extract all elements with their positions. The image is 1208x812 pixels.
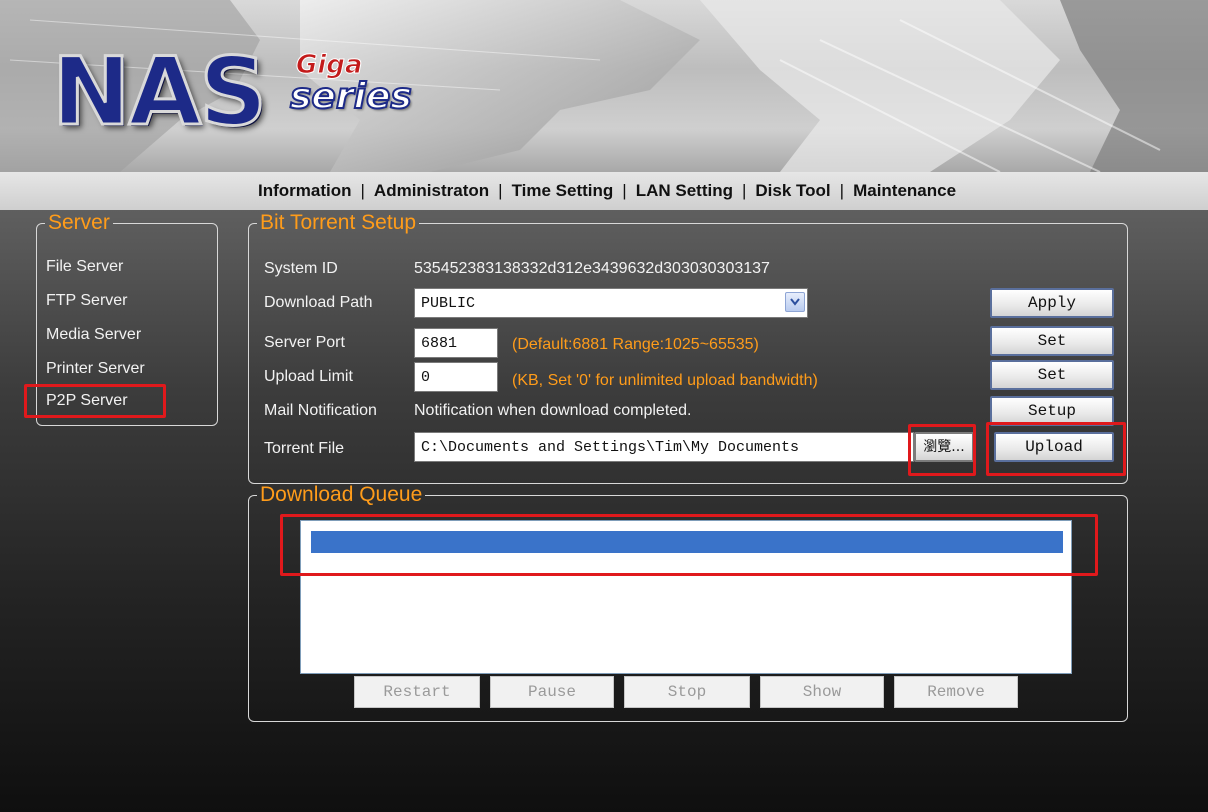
system-id-label: System ID xyxy=(264,260,338,277)
upload-limit-label: Upload Limit xyxy=(264,368,353,385)
queue-row-index: 1 xyxy=(376,555,387,573)
queue-row[interactable]: 1 >>>DOWNLOADING 3% ubuntu-7.10-dvd-i386… xyxy=(311,531,1063,573)
mail-notification-text: Notification when download completed. xyxy=(414,402,692,419)
content-area: Server File Server FTP Server Media Serv… xyxy=(0,210,1208,812)
download-path-label: Download Path xyxy=(264,294,373,311)
system-id-value: 535452383138332d312e3439632d303030303137 xyxy=(414,260,770,277)
server-port-label: Server Port xyxy=(264,334,345,351)
sidebar-item-printer-server[interactable]: Printer Server xyxy=(46,360,145,378)
logo-main-text: NAS xyxy=(50,37,268,149)
sidebar-legend: Server xyxy=(48,211,110,234)
logo-series-text: series xyxy=(289,75,413,118)
download-path-value: PUBLIC xyxy=(421,295,476,312)
nav-maintenance[interactable]: Maintenance xyxy=(853,181,956,201)
restart-button[interactable]: Restart xyxy=(354,676,480,708)
nav-separator: | xyxy=(360,181,365,200)
nav-administration[interactable]: Administraton xyxy=(374,181,489,201)
sidebar-item-media-server[interactable]: Media Server xyxy=(46,326,141,344)
chevron-down-icon[interactable] xyxy=(785,292,805,312)
stop-button[interactable]: Stop xyxy=(624,676,750,708)
queue-row-status: >>>DOWNLOADING xyxy=(395,555,526,573)
set-limit-button[interactable]: Set xyxy=(990,360,1114,390)
nav-lan-setting[interactable]: LAN Setting xyxy=(636,181,733,201)
header-banner: NAS Giga series xyxy=(0,0,1208,172)
upload-button[interactable]: Upload xyxy=(994,432,1114,462)
torrent-file-input[interactable]: C:\Documents and Settings\Tim\My Documen… xyxy=(414,432,914,462)
server-port-hint: (Default:6881 Range:1025~65535) xyxy=(512,336,759,353)
queue-row-file: ubuntu-7.10-dvd-i386.iso.torrent xyxy=(590,555,889,573)
apply-button[interactable]: Apply xyxy=(990,288,1114,318)
mail-notification-label: Mail Notification xyxy=(264,402,377,419)
nav-separator: | xyxy=(839,181,845,200)
nav-separator: | xyxy=(741,181,747,200)
remove-button[interactable]: Remove xyxy=(894,676,1018,708)
sidebar-item-p2p-server[interactable]: P2P Server xyxy=(46,392,128,410)
top-navigation: Information | Administraton | Time Setti… xyxy=(0,172,1208,210)
bt-setup-legend: Bit Torrent Setup xyxy=(260,211,417,234)
pause-button[interactable]: Pause xyxy=(490,676,614,708)
nav-disk-tool[interactable]: Disk Tool xyxy=(755,181,830,201)
show-button[interactable]: Show xyxy=(760,676,884,708)
setup-button[interactable]: Setup xyxy=(990,396,1114,426)
upload-limit-hint: (KB, Set '0' for unlimited upload bandwi… xyxy=(512,372,818,389)
nav-information[interactable]: Information xyxy=(258,181,352,201)
sidebar-item-ftp-server[interactable]: FTP Server xyxy=(46,292,128,310)
upload-limit-input[interactable]: 0 xyxy=(414,362,498,392)
nav-separator: | xyxy=(498,181,503,200)
torrent-file-label: Torrent File xyxy=(264,440,345,457)
nav-list: Information | Administraton | Time Setti… xyxy=(258,172,956,210)
server-port-input[interactable]: 6881 xyxy=(414,328,498,358)
set-port-button[interactable]: Set xyxy=(990,326,1114,356)
queue-row-progress: 3% xyxy=(562,555,582,573)
sidebar-item-file-server[interactable]: File Server xyxy=(46,258,123,276)
queue-legend: Download Queue xyxy=(260,483,423,506)
download-queue-list[interactable]: 1 >>>DOWNLOADING 3% ubuntu-7.10-dvd-i386… xyxy=(300,520,1072,674)
nav-separator: | xyxy=(622,181,627,200)
nav-time-setting[interactable]: Time Setting xyxy=(512,181,614,201)
browse-button[interactable]: 瀏覽... xyxy=(914,432,974,462)
download-path-select[interactable]: PUBLIC xyxy=(414,288,808,318)
